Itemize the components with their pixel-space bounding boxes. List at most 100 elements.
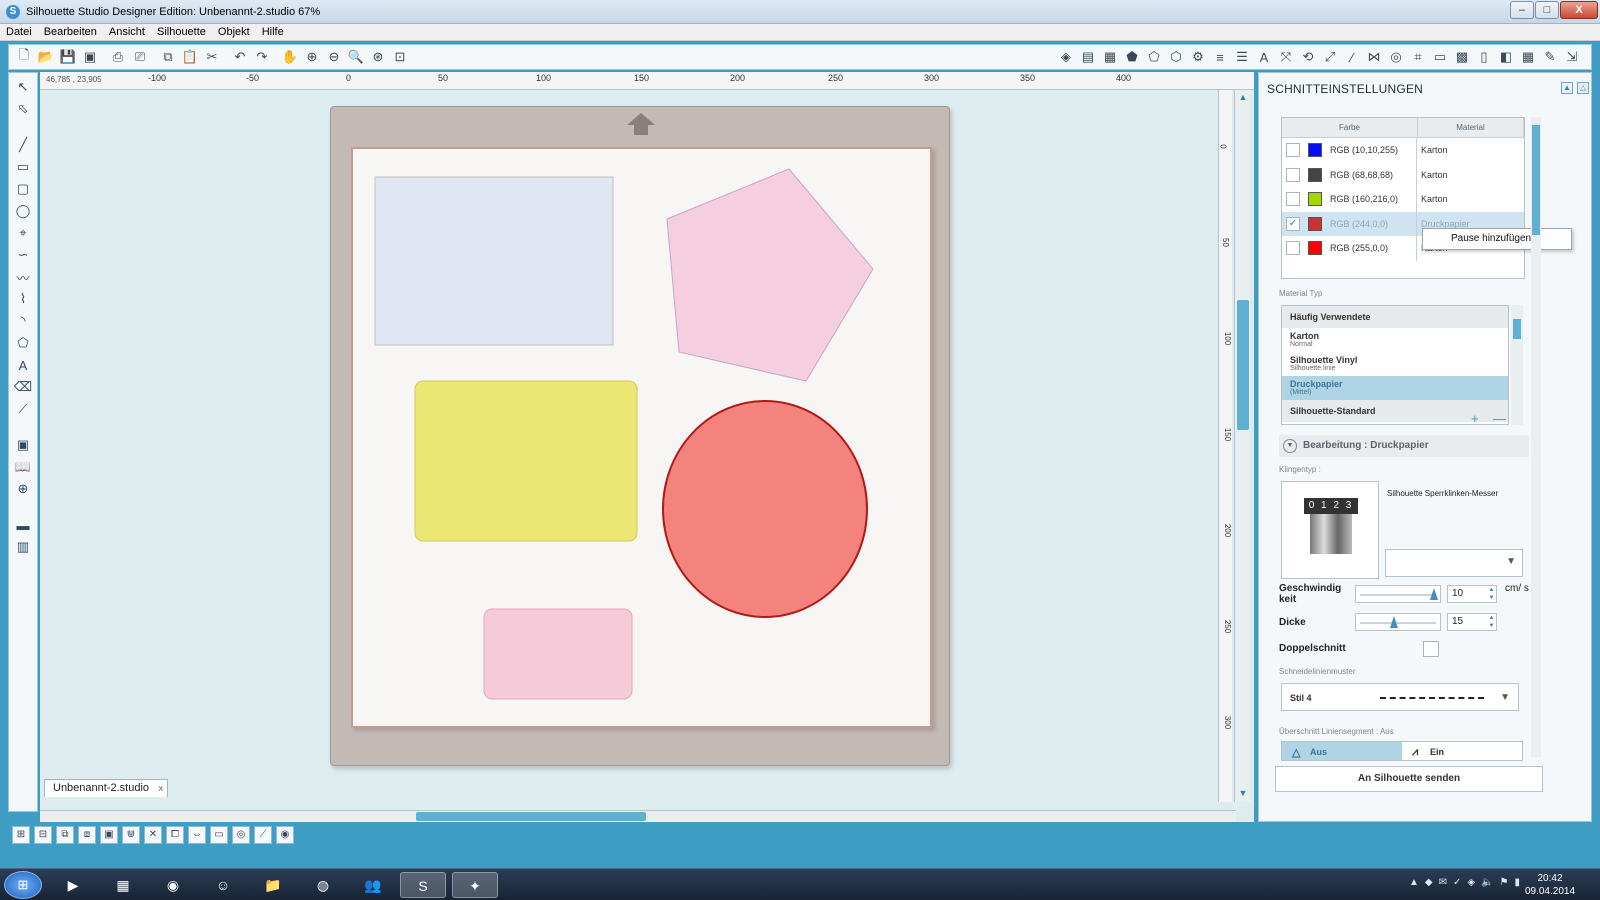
arc-tool-icon[interactable]: ◝ [13, 311, 33, 331]
cut-icon[interactable]: ✂ [203, 48, 221, 66]
material-item[interactable]: Karton Normal [1282, 328, 1508, 352]
material-item[interactable]: Silhouette Vinyl Silhouette linie [1282, 352, 1508, 376]
dropbox-tray-icon[interactable]: ◆ [1425, 877, 1433, 888]
print-icon[interactable]: ⎙ [109, 48, 127, 66]
replicate-icon[interactable]: ☰ [1233, 48, 1251, 66]
color-row-checkbox[interactable] [1286, 241, 1300, 256]
menu-datei[interactable]: Datei [6, 26, 32, 38]
ungroup-icon[interactable]: ⊟ [34, 826, 52, 844]
panel-scrollbar[interactable] [1531, 117, 1541, 457]
split-view-icon[interactable]: ▥ [13, 537, 33, 557]
line-color-icon[interactable]: ⬟ [1123, 48, 1141, 66]
material-list-scroll-thumb[interactable] [1513, 319, 1521, 339]
explorer-folder-icon[interactable]: 📁 [250, 872, 296, 898]
minimize-button[interactable]: – [1510, 1, 1534, 19]
knife-icon[interactable]: ⇲ [1563, 48, 1581, 66]
thickness-slider[interactable] [1355, 613, 1441, 631]
close-button[interactable]: X [1560, 1, 1598, 19]
signal-tray-icon[interactable]: ▮ [1514, 877, 1520, 888]
paste-icon[interactable]: 📋 [181, 48, 199, 66]
redo-icon[interactable]: ↷ [253, 48, 271, 66]
scroll-up-icon[interactable]: ▲ [1237, 92, 1249, 104]
pink-pentagon[interactable] [666, 168, 874, 382]
shadow-icon[interactable]: ⬡ [1167, 48, 1185, 66]
modify-icon[interactable]: ⋈ [1365, 48, 1383, 66]
design-workspace[interactable]: 46,785 , 23,905 -100 -50 0 50 100 150 20… [40, 72, 1254, 822]
fit-to-page-icon[interactable]: ⊡ [391, 48, 409, 66]
add-material-button[interactable]: + [1471, 411, 1479, 426]
zoom-selection-icon[interactable]: 🔍 [347, 48, 365, 66]
gear-icon[interactable]: ⚙ [1189, 48, 1207, 66]
scroll-down-icon[interactable]: ▼ [1237, 788, 1249, 800]
cd-burner-icon[interactable]: ◉ [150, 872, 196, 898]
text-tool-icon[interactable]: A [13, 355, 33, 375]
save-icon[interactable]: 💾 [59, 48, 77, 66]
zoom-drag-icon[interactable]: ⊛ [369, 48, 387, 66]
messenger-icon[interactable]: ☺ [200, 872, 246, 898]
duplicate-icon[interactable]: ⧠ [166, 826, 184, 844]
offset-ring-icon[interactable]: ◎ [232, 826, 250, 844]
yellow-rounded-rectangle[interactable] [414, 380, 638, 542]
thickness-stepper[interactable]: 15 ▲ ▼ [1447, 613, 1497, 631]
zoom-out-icon[interactable]: ⊖ [325, 48, 343, 66]
slider-knob[interactable] [1390, 616, 1399, 628]
send-to-silhouette-button[interactable]: An Silhouette senden [1275, 766, 1543, 792]
edit-material-header[interactable]: ▼ Bearbeitung : Druckpapier [1279, 435, 1529, 457]
chrome-icon[interactable]: ◍ [300, 872, 346, 898]
make-compound-icon[interactable]: ⧉ [56, 826, 74, 844]
overcut-off-option[interactable]: △ Aus [1282, 742, 1402, 760]
save-library-icon[interactable]: ▣ [81, 48, 99, 66]
panel-pin-icon[interactable]: △ [1577, 82, 1589, 94]
rectangle-tool-icon[interactable]: ▭ [13, 157, 33, 177]
document-tab[interactable]: Unbenannt-2.studio x [44, 779, 169, 797]
page-setup-icon[interactable]: ▭ [1431, 48, 1449, 66]
regular-polygon-icon[interactable]: ⬠ [13, 333, 33, 353]
menu-objekt[interactable]: Objekt [218, 26, 250, 38]
rounded-rectangle-tool-icon[interactable]: ▢ [13, 179, 33, 199]
offset-icon[interactable]: ◎ [1387, 48, 1405, 66]
outlook-tray-icon[interactable]: ✉ [1439, 877, 1447, 888]
menu-ansicht[interactable]: Ansicht [109, 26, 145, 38]
context-menu-pause-hinzufuegen[interactable]: Pause hinzufügen [1422, 228, 1572, 250]
blade-dropdown[interactable]: ▼ [1385, 549, 1523, 577]
color-row-checkbox[interactable]: ✓ [1286, 216, 1300, 231]
design-page[interactable] [351, 147, 932, 728]
delete-icon[interactable]: ✕ [144, 826, 162, 844]
material-item-selected[interactable]: Druckpapier (Mittel) [1282, 376, 1508, 400]
trace-icon[interactable]: ⌗ [1409, 48, 1427, 66]
stepper-arrows-icon[interactable]: ▲ ▼ [1487, 586, 1496, 602]
gradient-icon[interactable]: ▤ [1079, 48, 1097, 66]
color-row[interactable]: RGB (10,10,255) Karton [1282, 138, 1524, 163]
chevron-down-icon[interactable]: ▼ [1283, 439, 1297, 453]
grid-icon[interactable]: ▦ [1519, 48, 1537, 66]
freehand-tool-icon[interactable]: 〰 [13, 267, 33, 287]
book-icon[interactable]: 📖 [13, 457, 33, 477]
eraser-tool-icon[interactable]: ⌫ [13, 377, 33, 397]
panel-scroll-thumb[interactable] [1532, 125, 1540, 235]
design-tool-task-icon[interactable]: ✦ [452, 872, 498, 898]
knife-tool-icon[interactable]: ⟋ [13, 399, 33, 419]
menu-bearbeiten[interactable]: Bearbeiten [44, 26, 97, 38]
paint-bucket-icon[interactable]: ◉ [276, 826, 294, 844]
speed-stepper[interactable]: 10 ▲ ▼ [1447, 585, 1497, 603]
maximize-button[interactable]: □ [1535, 1, 1559, 19]
office-icon[interactable]: ▦ [100, 872, 146, 898]
select-tool-icon[interactable]: ↖ [13, 77, 33, 97]
mirror-icon[interactable]: ⇔ [188, 826, 206, 844]
red-circle[interactable] [662, 400, 868, 618]
volume-tray-icon[interactable]: 🔈 [1481, 877, 1493, 888]
color-row-checkbox[interactable] [1286, 167, 1300, 182]
library-icon[interactable]: ▣ [13, 435, 33, 455]
media-player-icon[interactable]: ▶ [50, 872, 96, 898]
text-style-icon[interactable]: A [1255, 48, 1273, 66]
remove-material-button[interactable]: — [1493, 411, 1506, 426]
cut-settings-icon[interactable]: ▯ [1475, 48, 1493, 66]
vertical-scroll-thumb[interactable] [1237, 300, 1249, 430]
network-tray-icon[interactable]: ▲ [1409, 877, 1419, 888]
taskbar-clock[interactable]: 20:42 09.04.2014 [1522, 872, 1578, 898]
silhouette-studio-task-icon[interactable]: S [400, 872, 446, 898]
edit-points-icon[interactable]: ⬁ [13, 99, 33, 119]
point-edit-icon[interactable]: ⟋ [254, 826, 272, 844]
slider-knob[interactable] [1430, 588, 1438, 600]
smooth-freehand-icon[interactable]: ⌇ [13, 289, 33, 309]
